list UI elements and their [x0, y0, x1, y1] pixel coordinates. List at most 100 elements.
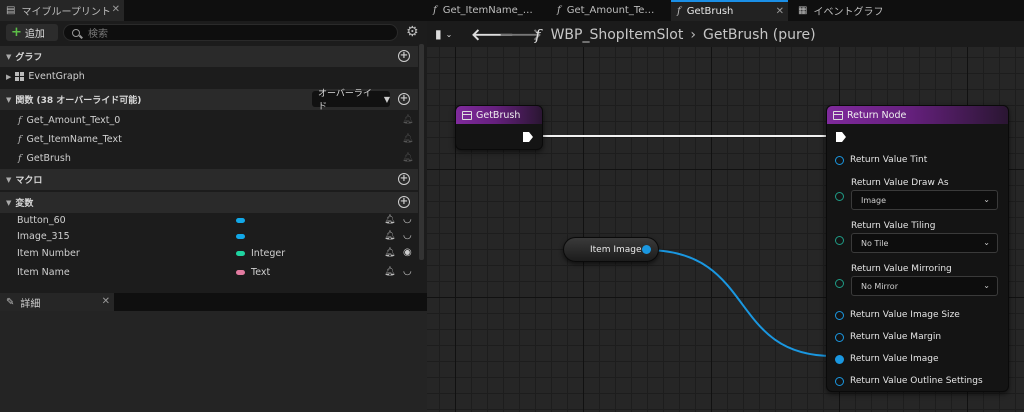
pin-image-size[interactable]: Return Value Image Size — [835, 308, 960, 322]
gear-icon[interactable]: ⚙ — [406, 24, 419, 40]
function-icon: f — [433, 5, 437, 16]
variable-item[interactable]: Item Name Text 🔔︎ ◡ — [0, 264, 418, 282]
chevron-right-icon: › — [690, 27, 696, 43]
eye-closed-icon[interactable]: ◡ — [403, 266, 412, 277]
eye-icon[interactable]: ◉ — [403, 247, 412, 258]
node-header: GetBrush — [456, 106, 542, 124]
graph-toolbar: ▮ ⌄ 🡐 🡒 f WBP_ShopItemSlot › GetBrush (pu… — [427, 21, 1024, 47]
output-pin-icon[interactable] — [642, 245, 651, 254]
add-macro-icon[interactable]: + — [398, 173, 410, 185]
graph-editor[interactable]: ▮ ⌄ 🡐 🡒 f WBP_ShopItemSlot › GetBrush (pu… — [427, 21, 1024, 412]
dropdown-value: Image — [861, 195, 887, 205]
bookmark-dropdown[interactable]: ▮ ⌄ — [435, 25, 452, 43]
pin-label: Return Value Margin — [850, 332, 942, 342]
function-item[interactable]: f GetBrush 🔔︎ — [0, 149, 418, 168]
tiling-dropdown[interactable]: No Tile ⌄ — [851, 233, 998, 253]
exec-in-pin[interactable] — [836, 132, 846, 142]
close-icon[interactable]: ✕ — [776, 6, 784, 17]
add-button[interactable]: + 追加 — [6, 24, 58, 41]
enum-pin-icon[interactable] — [835, 235, 844, 245]
add-graph-icon[interactable]: + — [398, 50, 410, 62]
tab-details[interactable]: ✎ 詳細 ✕ — [0, 293, 114, 311]
variable-get-node[interactable]: Item Image — [563, 237, 659, 262]
panel-toolbar: + 追加 検索 ⚙ — [0, 21, 427, 44]
mirroring-dropdown[interactable]: No Mirror ⌄ — [851, 276, 998, 296]
function-label: Get_Amount_Text_0 — [26, 115, 121, 126]
struct-pin-icon[interactable] — [835, 310, 844, 320]
bell-icon: 🔔︎ — [402, 153, 414, 163]
tab-label: GetBrush — [686, 6, 734, 17]
pin-image[interactable]: Return Value Image — [835, 352, 939, 366]
variable-type: Integer — [251, 248, 286, 259]
enum-pin-icon[interactable] — [835, 191, 844, 201]
tab-label: Get_Amount_Te… — [566, 5, 655, 16]
tab-get-amount[interactable]: f Get_Amount_Te… — [551, 0, 671, 21]
section-functions[interactable]: ▼ 関数 (38 オーバーライド可能) オーバーライド ▼ + — [0, 89, 418, 112]
draw-as-dropdown[interactable]: Image ⌄ — [851, 190, 998, 210]
override-dropdown[interactable]: オーバーライド ▼ — [312, 89, 390, 112]
function-icon: f — [18, 115, 22, 126]
eye-closed-icon[interactable]: ◡ — [403, 214, 412, 225]
close-icon[interactable]: ✕ — [102, 296, 110, 307]
breadcrumb: f WBP_ShopItemSlot › GetBrush (pure) — [535, 26, 816, 44]
search-input[interactable]: 検索 — [63, 24, 398, 41]
exec-out-pin[interactable] — [523, 132, 533, 142]
function-entry-node[interactable]: GetBrush — [455, 105, 543, 150]
variable-item[interactable]: Image_315 🔔︎ ◡ — [0, 228, 418, 246]
pin-tiling[interactable] — [835, 233, 850, 247]
collapse-icon: ▼ — [6, 198, 12, 207]
tab-getbrush[interactable]: f GetBrush ✕ — [671, 0, 788, 21]
add-label: 追加 — [24, 29, 45, 40]
pin-tint[interactable]: Return Value Tint — [835, 153, 927, 167]
add-variable-icon[interactable]: + — [398, 196, 410, 208]
pin-label: Return Value Tint — [850, 155, 928, 165]
function-item[interactable]: f Get_Amount_Text_0 🔔︎ — [0, 111, 418, 130]
graph-icon — [15, 72, 25, 81]
tab-label: イベントグラフ — [813, 7, 884, 18]
variable-node-label: Item Image — [590, 244, 642, 255]
variable-item[interactable]: Item Number Integer 🔔︎ ◉ — [0, 245, 418, 263]
scrollbar[interactable] — [419, 44, 424, 260]
chevron-down-icon: ⌄ — [983, 281, 990, 290]
type-pill-icon — [236, 234, 245, 239]
eye-closed-icon[interactable]: ◡ — [403, 230, 412, 241]
tab-strip: ▤ マイブループリント ✕ f Get_ItemName_… f Get_Amo… — [0, 0, 1024, 21]
image-wire — [645, 249, 834, 357]
function-icon: f — [18, 153, 22, 164]
pin-margin[interactable]: Return Value Margin — [835, 330, 941, 344]
pin-outline[interactable]: Return Value Outline Settings — [835, 374, 983, 388]
event-graph-item[interactable]: ▶ EventGraph — [0, 67, 418, 86]
close-icon[interactable]: ✕ — [112, 4, 120, 15]
return-node[interactable]: Return Node Return Value Tint Return Val… — [826, 105, 1009, 392]
struct-pin-icon[interactable] — [835, 332, 844, 342]
variable-type: Text — [251, 267, 271, 278]
node-header: Return Node — [827, 106, 1008, 124]
function-item[interactable]: f Get_ItemName_Text 🔔︎ — [0, 130, 418, 149]
function-icon: f — [557, 5, 561, 16]
add-function-icon[interactable]: + — [398, 93, 410, 105]
collapse-icon: ▼ — [6, 52, 12, 61]
dropdown-value: No Tile — [861, 238, 889, 248]
breadcrumb-function: GetBrush (pure) — [702, 27, 816, 43]
enum-pin-icon[interactable] — [835, 278, 844, 288]
expand-icon[interactable]: ▶ — [6, 73, 11, 81]
pin-draw-as[interactable] — [835, 189, 850, 203]
bell-icon: 🔔︎ — [384, 248, 396, 258]
section-graphs[interactable]: ▼ グラフ + — [0, 46, 418, 67]
section-variables[interactable]: ▼ 変数 + — [0, 192, 418, 213]
section-macros[interactable]: ▼ マクロ + — [0, 169, 418, 190]
type-pill-icon — [236, 251, 245, 256]
search-placeholder: 検索 — [88, 29, 108, 40]
tab-my-blueprint[interactable]: ▤ マイブループリント ✕ — [0, 0, 124, 21]
struct-pin-icon[interactable] — [835, 376, 844, 386]
pin-mirroring[interactable] — [835, 276, 850, 290]
pin-label: Return Value Tiling — [851, 221, 936, 231]
tab-event-graph[interactable]: ▦ イベントグラフ — [792, 0, 902, 21]
struct-pin-icon[interactable] — [835, 155, 844, 165]
bell-icon: 🔔︎ — [402, 115, 414, 125]
details-tab-strip: ✎ 詳細 ✕ — [0, 293, 427, 311]
object-pin-icon[interactable] — [835, 354, 844, 364]
details-panel — [0, 311, 427, 412]
breadcrumb-blueprint[interactable]: WBP_ShopItemSlot — [551, 27, 684, 43]
tab-get-itemname[interactable]: f Get_ItemName_… — [427, 0, 551, 21]
